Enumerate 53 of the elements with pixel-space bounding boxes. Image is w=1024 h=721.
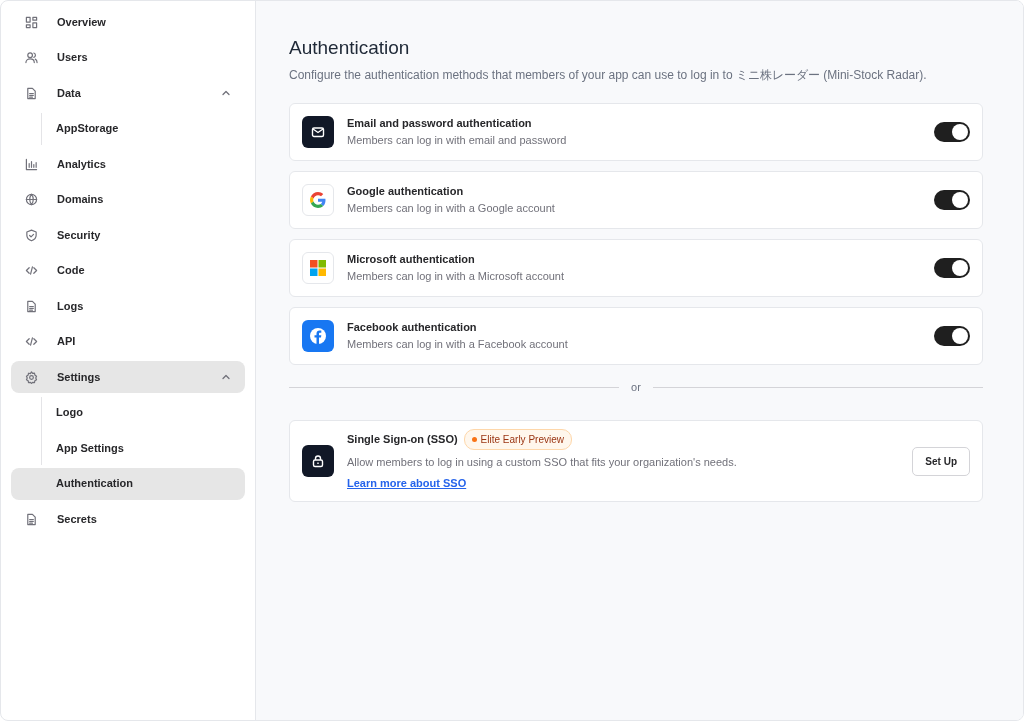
sidebar-item[interactable]: Analytics [11,148,245,180]
toggle-switch[interactable] [934,257,970,278]
toggle-switch[interactable] [934,121,970,142]
lock-icon [302,445,334,478]
toggle-switch[interactable] [934,325,970,346]
chevron-icon [221,88,231,98]
sso-description: Allow members to log in using a custom SSO that fits your organization's needs. [347,454,737,470]
sidebar-item[interactable]: Settings [11,361,245,393]
sidebar-item[interactable]: Code [11,254,245,287]
method-title: Email and password authentication [347,116,533,132]
document-icon [25,512,38,526]
sidebar-item[interactable]: Data [11,77,245,109]
globe-icon [25,193,38,206]
sso-title: Single Sign-on (SSO) [347,431,458,447]
method-title: Microsoft authentication [347,252,476,268]
sidebar-item[interactable]: Logo [11,396,245,429]
method-description: Members can log in with email and password [347,132,567,148]
sidebar-item[interactable]: Security [11,219,245,251]
page-title: Authentication [289,37,411,60]
toggle-switch[interactable] [934,189,970,210]
method-title: Facebook authentication [347,320,478,336]
chevron-icon [221,372,231,382]
shield-icon [25,228,38,242]
page-description: Configure the authentication methods that members of your app can use to log in to ミニ株レーダー (Mini-Stock Radar). [289,66,928,84]
method-title: Google authentication [347,184,465,200]
envelope-icon [302,115,334,148]
document-icon [25,86,38,100]
sidebar-item[interactable]: Authentication [11,467,245,500]
method-description: Members can log in with a Facebook account [347,336,568,352]
grid-icon [25,15,38,29]
sidebar-item[interactable]: Users [11,41,245,74]
sidebar-item[interactable]: AppStorage [11,112,245,145]
method-description: Members can log in with a Microsoft account [347,268,565,284]
sidebar-item[interactable]: API [11,325,245,358]
set-up-button[interactable]: Set Up [912,446,970,476]
document-icon [25,299,38,313]
f-logo-icon [302,319,334,352]
four-squares-logo-icon [302,251,334,284]
learn-more-link[interactable]: Learn more about SSO [347,477,467,490]
sidebar-item[interactable]: Overview [11,6,245,38]
bar-chart-icon [25,157,38,171]
google-logo-icon [302,183,334,216]
users-icon [25,51,38,64]
settings-icon [25,370,38,384]
code-icon [25,264,38,277]
sidebar-item[interactable]: App Settings [11,432,245,464]
sidebar-item[interactable]: Secrets [11,503,245,535]
preview-badge: Elite Early Preview [463,428,572,450]
sidebar-item[interactable]: Logs [11,290,245,322]
sidebar-item[interactable]: Domains [11,183,245,216]
divider-text: or [631,379,641,395]
method-description: Members can log in with a Google account [347,200,555,216]
code-icon [25,335,38,348]
